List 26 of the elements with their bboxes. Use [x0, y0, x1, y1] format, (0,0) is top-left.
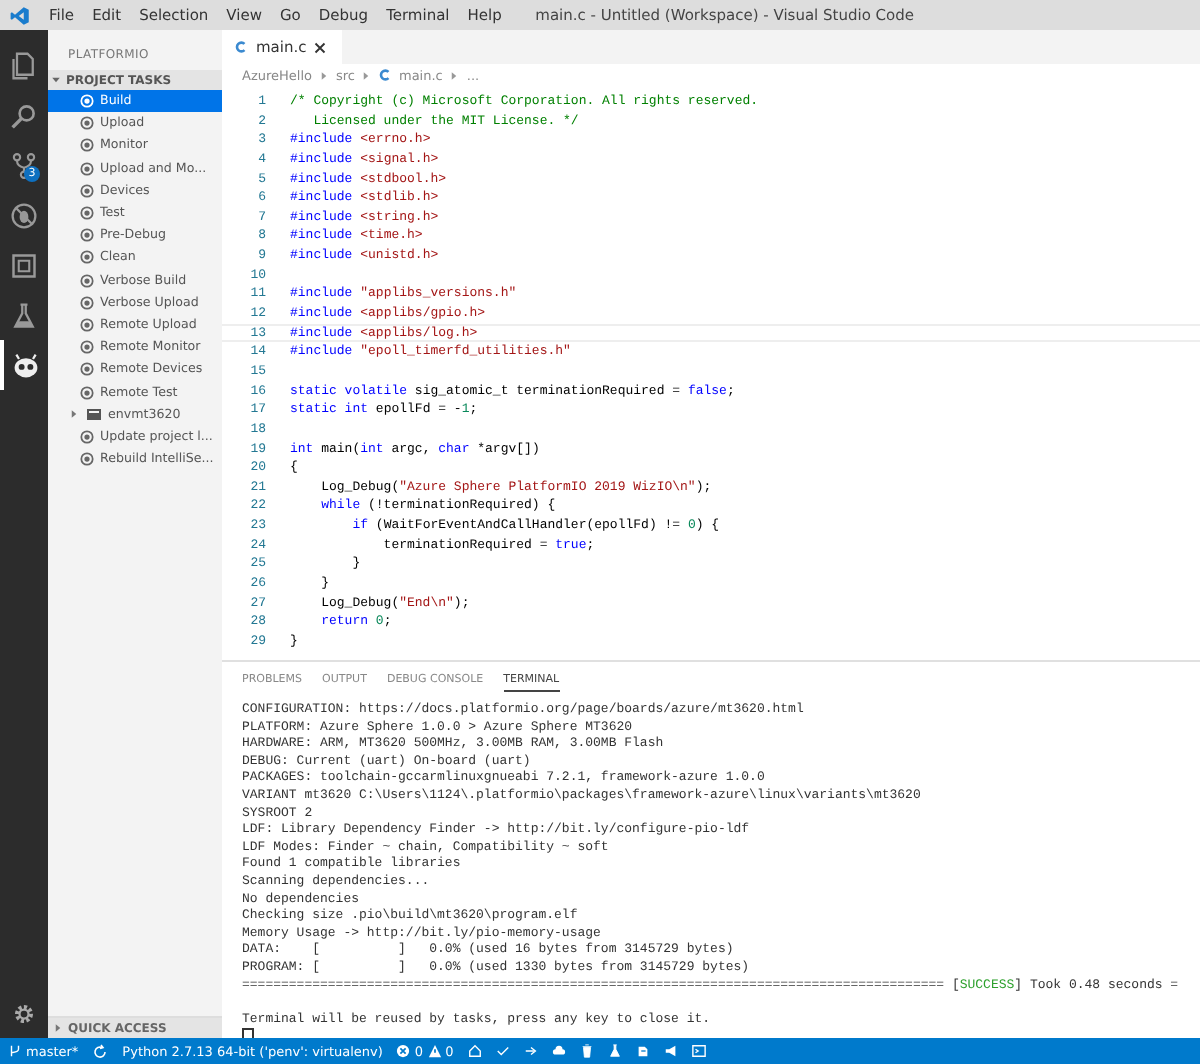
- settings-icon[interactable]: [12, 1002, 36, 1026]
- trash-icon[interactable]: [579, 1044, 594, 1058]
- megaphone-icon[interactable]: [663, 1044, 678, 1058]
- arrow-icon[interactable]: [523, 1044, 538, 1058]
- branch-icon[interactable]: [10, 151, 38, 179]
- c-file-icon: [378, 68, 393, 82]
- chevron-icon: [317, 69, 330, 81]
- flask-icon[interactable]: [10, 301, 38, 329]
- check-icon[interactable]: [495, 1044, 510, 1058]
- home-icon[interactable]: [467, 1044, 482, 1058]
- search-icon[interactable]: [10, 101, 38, 129]
- sync-icon[interactable]: [92, 1043, 109, 1059]
- cloud-icon[interactable]: [551, 1044, 566, 1058]
- files-icon[interactable]: [10, 51, 38, 79]
- close-icon[interactable]: [314, 41, 327, 53]
- terminal-icon[interactable]: [691, 1044, 706, 1058]
- chevron-icon: [448, 69, 461, 81]
- warning-icon: [427, 1044, 442, 1058]
- error-icon: [396, 1044, 411, 1058]
- branch-icon: [8, 1044, 22, 1058]
- folder-icon: [86, 406, 102, 423]
- c-file-icon: [234, 40, 248, 54]
- square-icon[interactable]: [10, 251, 38, 279]
- app-logo-icon: [10, 5, 30, 25]
- chevron-icon: [360, 69, 373, 81]
- alien-head-icon[interactable]: [12, 351, 40, 379]
